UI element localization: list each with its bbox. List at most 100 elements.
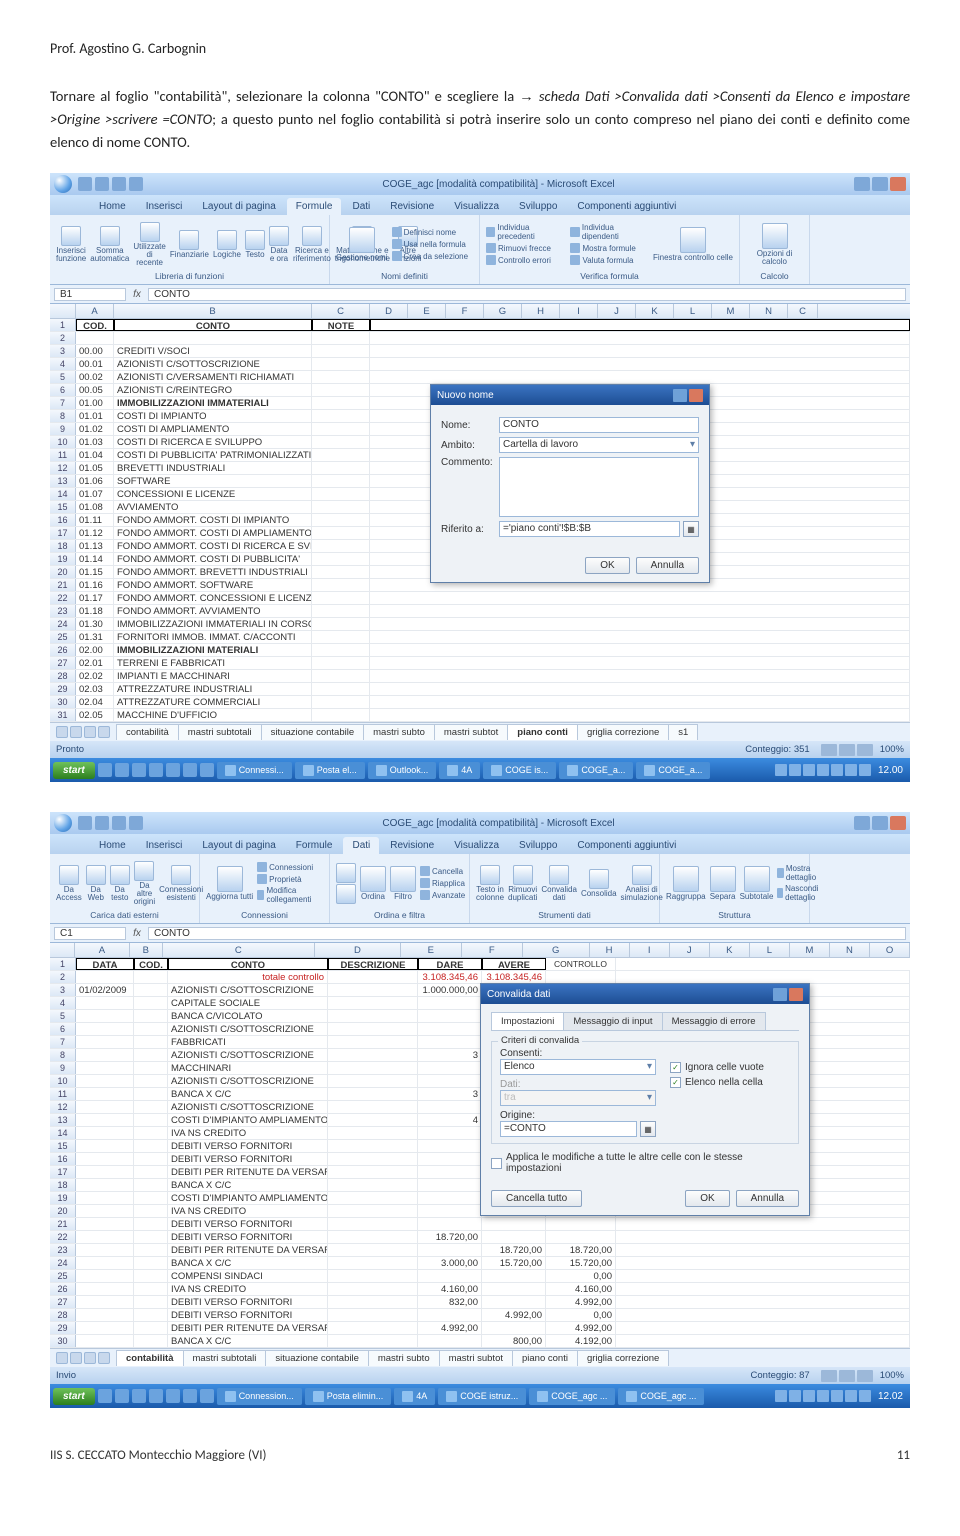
range-picker-icon[interactable]: ▦	[640, 1121, 656, 1137]
clear-all-button[interactable]: Cancella tutto	[491, 1190, 582, 1207]
cancel-button[interactable]: Annulla	[636, 557, 699, 574]
aggiorna-tutti-icon[interactable]	[217, 866, 243, 892]
sort-asc-icon[interactable]	[336, 863, 356, 883]
col-header[interactable]: L	[674, 304, 712, 318]
ribbon-tab[interactable]: Componenti aggiuntivi	[568, 837, 685, 854]
ql-icon[interactable]	[183, 763, 197, 777]
worksheet-grid[interactable]: ABCDEFGHIJKLMNC 1 COD. CONTO NOTE 2300.0…	[50, 304, 910, 722]
ql-icon[interactable]	[200, 1389, 214, 1403]
ribbon-icon[interactable]	[710, 866, 736, 892]
filtro-icon[interactable]	[390, 866, 416, 892]
window-buttons[interactable]	[854, 816, 906, 830]
sheet-tab[interactable]: piano conti	[512, 1350, 578, 1366]
col-header[interactable]: E	[408, 304, 446, 318]
range-picker-icon[interactable]: ▦	[683, 521, 699, 537]
col-header[interactable]: D	[370, 304, 408, 318]
table-row[interactable]: 3102.05MACCHINE D'UFFICIO	[50, 709, 910, 722]
sheet-tab[interactable]: mastri subtot	[434, 724, 508, 740]
ribbon-tab[interactable]: Visualizza	[445, 198, 508, 215]
col-header[interactable]: B	[130, 943, 162, 957]
ql-icon[interactable]	[200, 763, 214, 777]
ribbon-icon[interactable]	[59, 865, 79, 885]
col-header[interactable]: C	[788, 304, 818, 318]
taskbar-item[interactable]: COGE_a...	[559, 762, 633, 779]
col-header[interactable]: N	[830, 943, 870, 957]
input-nome[interactable]: CONTO	[499, 417, 699, 433]
view-break-icon[interactable]	[857, 744, 873, 756]
ribbon-command[interactable]: Individua dipendenti	[570, 222, 648, 242]
sheet-tab[interactable]: griglia correzione	[577, 1350, 669, 1366]
col-header[interactable]: C	[163, 943, 315, 957]
checkbox-applica[interactable]: Applica le modifiche a tutte le altre ce…	[491, 1152, 799, 1174]
col-header[interactable]: M	[712, 304, 750, 318]
col-header[interactable]: H	[590, 943, 630, 957]
start-button[interactable]: start	[53, 762, 95, 779]
ribbon-command[interactable]: Rimuovi frecce	[486, 242, 564, 254]
tab-msg-input[interactable]: Messaggio di input	[563, 1012, 662, 1030]
checkbox-ignora[interactable]: ✓Ignora celle vuote	[670, 1062, 790, 1073]
ql-icon[interactable]	[149, 763, 163, 777]
sheet-tab[interactable]: mastri subtot	[439, 1350, 513, 1366]
view-layout-icon[interactable]	[839, 1370, 855, 1382]
view-normal-icon[interactable]	[821, 744, 837, 756]
view-break-icon[interactable]	[857, 1370, 873, 1382]
ribbon-icon[interactable]	[171, 865, 191, 885]
ribbon-command[interactable]: Mostra formule	[570, 242, 648, 254]
col-header[interactable]: N	[750, 304, 788, 318]
taskbar-item[interactable]: COGE_agc ...	[529, 1388, 615, 1405]
sheet-tabs[interactable]: contabilitàmastri subtotalisituazione co…	[50, 722, 910, 741]
table-row[interactable]: 23DEBITI PER RITENUTE DA VERSARE18.720,0…	[50, 1244, 910, 1257]
sort-desc-icon[interactable]	[336, 884, 356, 904]
ribbon-icon[interactable]	[513, 865, 533, 885]
ribbon-icon[interactable]	[179, 230, 199, 250]
fx-icon[interactable]: fx	[130, 928, 144, 939]
ribbon-command[interactable]: Definisci nome	[392, 226, 473, 238]
textarea-commento[interactable]	[499, 457, 699, 517]
table-row[interactable]: 2802.02IMPIANTI E MACCHINARI	[50, 670, 910, 683]
dialog-window-buttons[interactable]	[773, 988, 803, 1001]
col-header[interactable]: H	[522, 304, 560, 318]
taskbar-item[interactable]: Connessi...	[217, 762, 292, 779]
dialog-tabs[interactable]: Impostazioni Messaggio di input Messaggi…	[491, 1012, 799, 1031]
ribbon-icon[interactable]	[589, 869, 609, 889]
window-buttons[interactable]	[854, 177, 906, 191]
sheet-tab[interactable]: s1	[668, 724, 698, 740]
ql-icon[interactable]	[98, 1389, 112, 1403]
checkbox-elenco[interactable]: ✓Elenco nella cella	[670, 1077, 790, 1088]
table-row[interactable]: 2201.17FONDO AMMORT. CONCESSIONI E LICEN…	[50, 592, 910, 605]
sheet-tab[interactable]: contabilità	[116, 1350, 184, 1366]
col-header[interactable]: D	[315, 943, 401, 957]
ribbon-tab[interactable]: Dati	[343, 837, 379, 854]
sheet-tab[interactable]: piano conti	[507, 724, 578, 740]
col-header[interactable]: K	[636, 304, 674, 318]
ok-button[interactable]: OK	[585, 557, 629, 574]
ribbon-icon[interactable]	[302, 226, 322, 246]
ql-icon[interactable]	[149, 1389, 163, 1403]
col-header[interactable]: B	[114, 304, 312, 318]
ribbon-tab[interactable]: Sviluppo	[510, 837, 566, 854]
sheet-tab[interactable]: mastri subto	[363, 724, 435, 740]
table-row[interactable]: 400.01AZIONISTI C/SOTTOSCRIZIONE	[50, 358, 910, 371]
col-header[interactable]: M	[790, 943, 830, 957]
select-ambito[interactable]: Cartella di lavoro▾	[499, 437, 699, 453]
tab-msg-errore[interactable]: Messaggio di errore	[662, 1012, 766, 1030]
ribbon-icon[interactable]	[140, 222, 160, 242]
ql-icon[interactable]	[132, 1389, 146, 1403]
name-box[interactable]: B1	[54, 288, 126, 301]
ql-icon[interactable]	[166, 1389, 180, 1403]
col-header[interactable]: K	[710, 943, 750, 957]
col-header[interactable]: F	[446, 304, 484, 318]
taskbar-item[interactable]: 4A	[394, 1388, 435, 1405]
col-header[interactable]: A	[75, 943, 130, 957]
worksheet-grid[interactable]: ABCDEFGHIJKLMNO 1 DATA COD. CONTO DESCRI…	[50, 943, 910, 1348]
sheet-nav[interactable]	[56, 726, 110, 738]
sheet-tab[interactable]: mastri subto	[368, 1350, 440, 1366]
ribbon-command[interactable]: Nascondi dettaglio	[777, 883, 822, 903]
ribbon-command[interactable]: Proprietà	[257, 873, 323, 885]
table-row[interactable]: 29DEBITI PER RITENUTE DA VERSARE4.992,00…	[50, 1322, 910, 1335]
ql-icon[interactable]	[115, 763, 129, 777]
col-header[interactable]: I	[630, 943, 670, 957]
ribbon-command[interactable]: Mostra dettaglio	[777, 863, 822, 883]
office-button[interactable]	[54, 175, 72, 193]
col-header[interactable]: E	[401, 943, 462, 957]
